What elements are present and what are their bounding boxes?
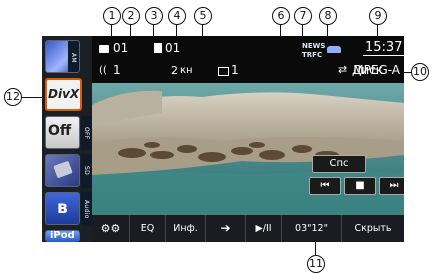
info-button[interactable]: Инф. <box>166 215 206 242</box>
sd-card-icon <box>53 160 73 179</box>
source-sd-button[interactable] <box>45 154 80 187</box>
callout-12: 12 <box>4 88 22 106</box>
sd-side-label: SD <box>81 154 92 188</box>
callout-7: 7 <box>294 7 312 25</box>
source-off-button[interactable]: Off <box>45 116 80 149</box>
settings-icon: ⚙⚙ <box>100 222 121 235</box>
stop-button[interactable]: ■ <box>344 177 376 195</box>
source-sidebar: AM DivX Off OFF SD ʙ Audio iPod <box>42 36 92 242</box>
settings-button[interactable]: ⚙⚙ <box>92 215 130 242</box>
hide-button[interactable]: Скрыть <box>342 215 404 242</box>
source-divx-button[interactable]: DivX <box>45 78 82 111</box>
car-icon <box>327 46 341 53</box>
chapter-unit: кн <box>180 65 193 76</box>
bluetooth-icon: ʙ <box>57 198 68 218</box>
callout-4: 4 <box>168 7 186 25</box>
file-icon <box>154 43 162 53</box>
callout-2: 2 <box>122 7 140 25</box>
folder-icon <box>99 45 109 53</box>
am-label: AM <box>68 41 79 72</box>
ipod-label: iPod <box>50 230 75 241</box>
video-area: Спс ⏮ ■ ⏭ <box>92 83 404 215</box>
callout-8: 8 <box>319 7 337 25</box>
off-side-label: OFF <box>81 116 92 150</box>
video-frame-image <box>92 83 404 215</box>
track-number: 01 <box>165 41 181 55</box>
play-pause-button[interactable]: ▶/II <box>246 215 282 242</box>
trfc-indicator: TRFC <box>302 51 323 59</box>
elapsed-time: 03"12" <box>282 215 342 242</box>
cnc-button[interactable]: Спс <box>312 155 366 173</box>
callout-10: 10 <box>411 63 429 81</box>
subtitle-icon <box>218 67 229 76</box>
source-am-button[interactable]: AM <box>45 40 80 73</box>
callout-5: 5 <box>194 7 212 25</box>
media-format: MPEG-A <box>353 63 400 77</box>
callout-9: 9 <box>369 7 387 25</box>
off-label: Off <box>48 123 72 139</box>
audio-channel-number: 1 <box>113 63 121 77</box>
status-bar: 01 01 (( 1 2 кн 1 NEWS TRFC ⇄ Диск 15:37… <box>92 36 404 83</box>
divx-label: DivX <box>48 87 80 101</box>
source-ipod-button[interactable]: iPod <box>45 230 80 242</box>
eq-button[interactable]: EQ <box>130 215 166 242</box>
previous-track-button[interactable]: ⏮ <box>309 177 341 195</box>
audio-channel-icon: (( <box>99 65 107 76</box>
function-bar: ⚙⚙ EQ Инф. ➔ ▶/II 03"12" Скрыть <box>92 215 404 242</box>
source-bluetooth-button[interactable]: ʙ <box>45 192 80 225</box>
chapter-number: 2 <box>171 64 178 77</box>
av-screen: AM DivX Off OFF SD ʙ Audio iPod 01 01 ((… <box>42 36 404 242</box>
next-track-button[interactable]: ⏭ <box>379 177 404 195</box>
folder-number: 01 <box>113 41 129 55</box>
audio-side-label: Audio <box>81 192 92 226</box>
clock: 15:37 <box>363 40 404 56</box>
subtitle-number: 1 <box>231 63 239 77</box>
callout-1: 1 <box>103 7 121 25</box>
news-indicator: NEWS <box>302 42 326 50</box>
callout-3: 3 <box>145 7 163 25</box>
callout-6: 6 <box>272 7 290 25</box>
arrow-button[interactable]: ➔ <box>206 215 246 242</box>
callout-11: 11 <box>307 255 325 273</box>
